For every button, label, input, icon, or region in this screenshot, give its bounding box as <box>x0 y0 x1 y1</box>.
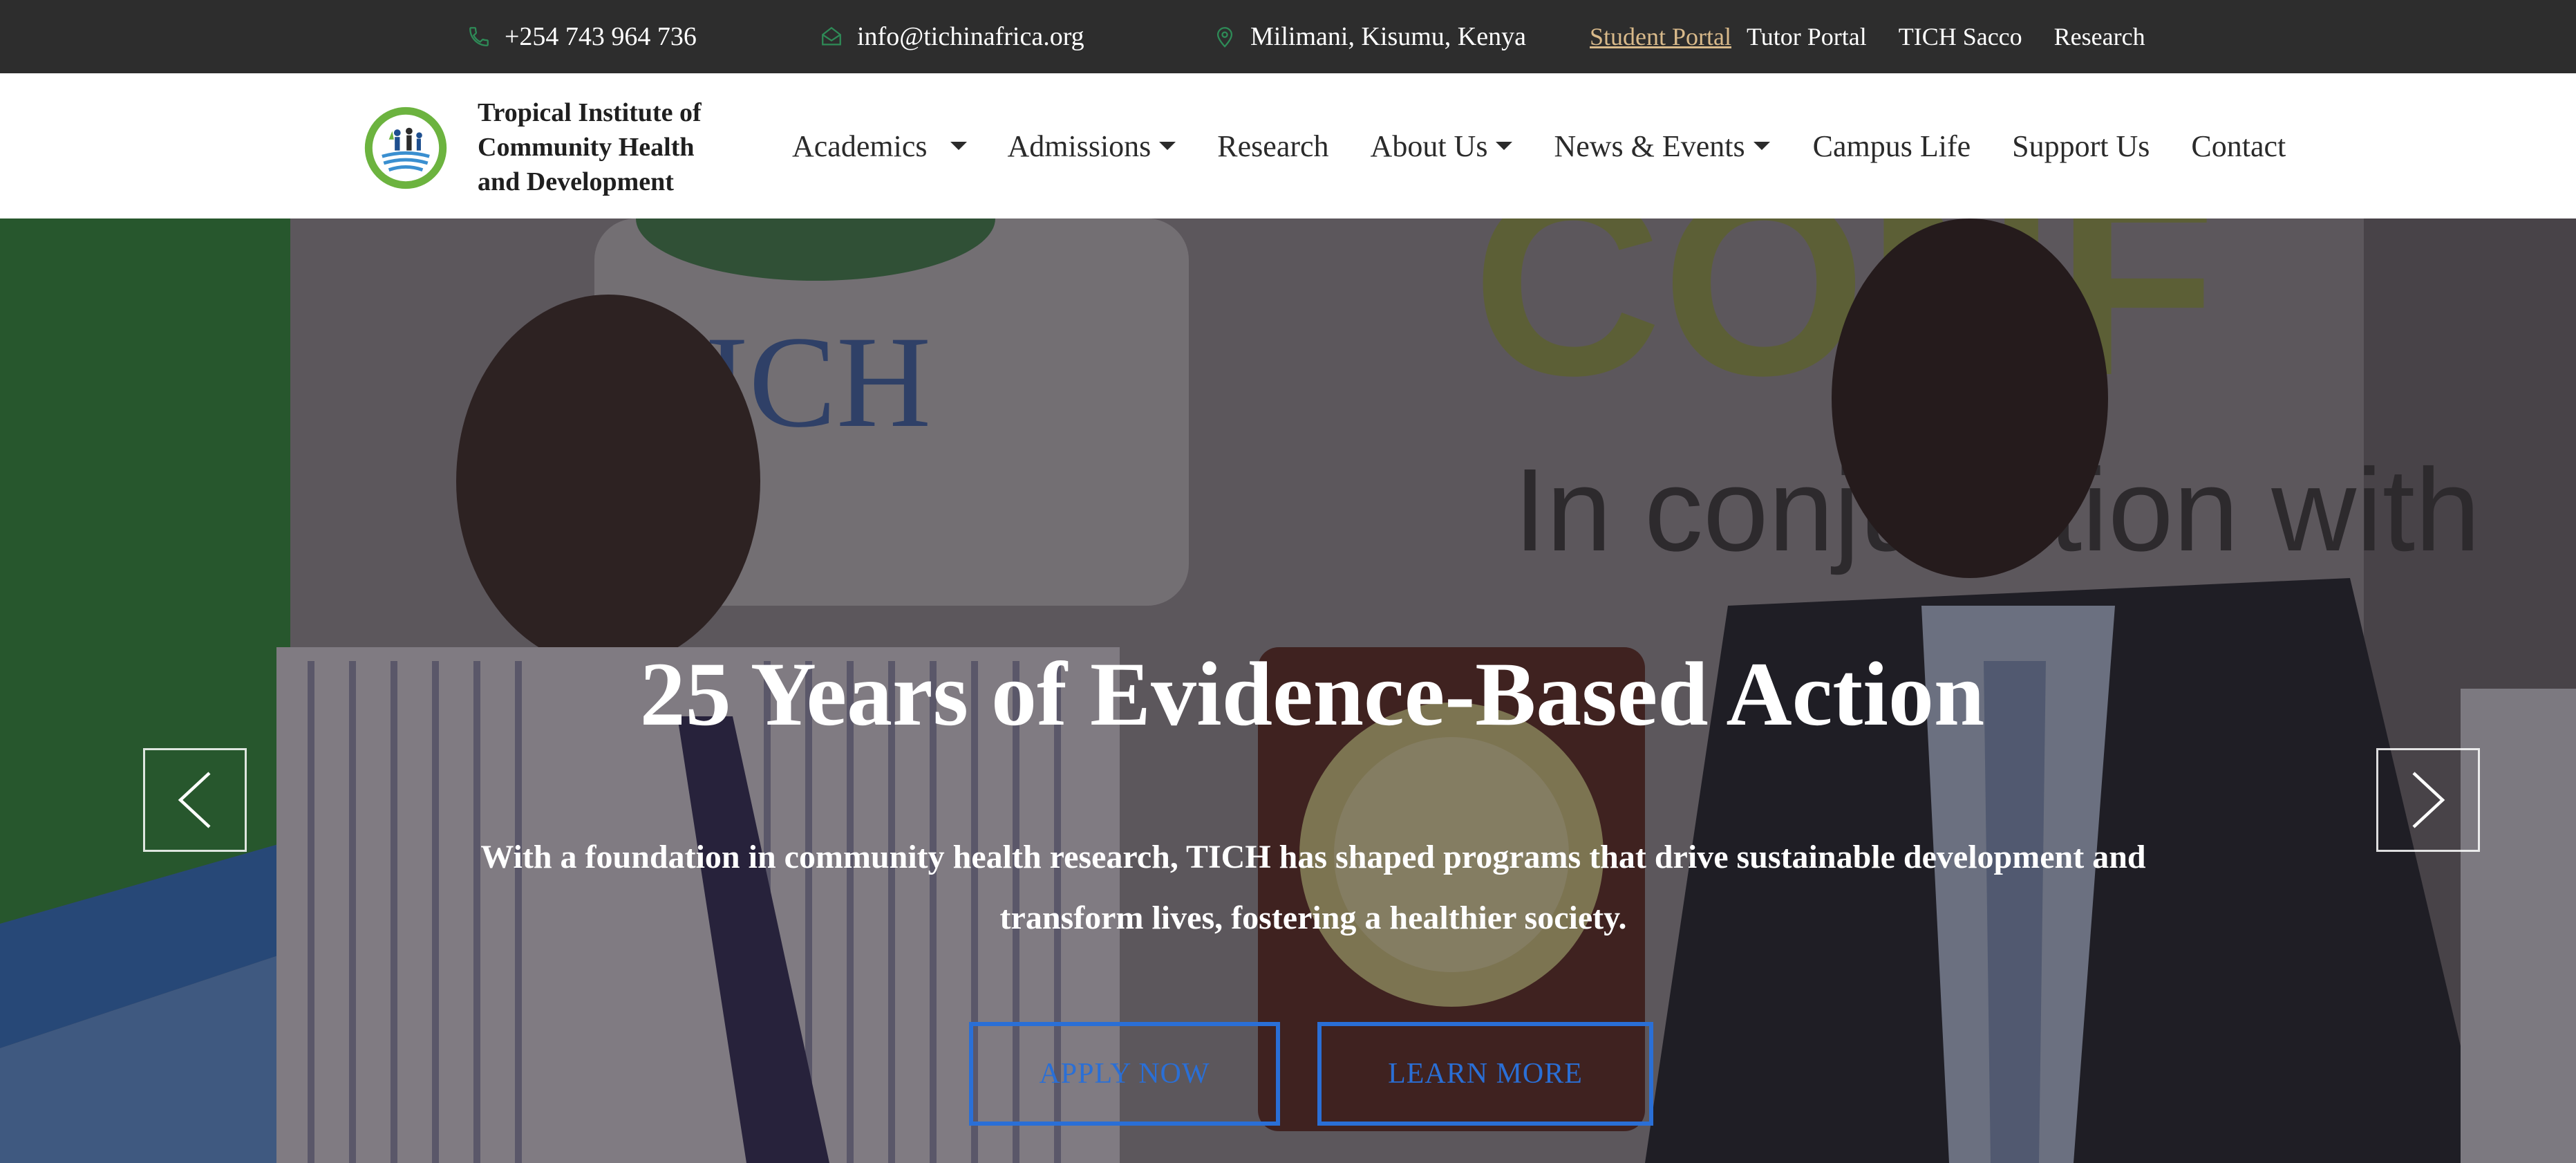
brand-line-3: and Development <box>478 167 674 196</box>
nav-about-label: About Us <box>1370 129 1488 163</box>
apply-now-button[interactable]: APPLY NOW <box>969 1022 1280 1126</box>
brand-name[interactable]: Tropical Institute of Community Health a… <box>478 95 747 199</box>
nav-news-events[interactable]: News & Events <box>1554 129 1770 164</box>
nav-support-label: Support Us <box>2012 129 2150 163</box>
nav-contact-label: Contact <box>2191 129 2286 163</box>
chevron-down-icon <box>1496 142 1513 150</box>
brand-line-2: Community Health <box>478 133 695 162</box>
nav-campus-life[interactable]: Campus Life <box>1813 129 1971 164</box>
hero-subtitle-line-1: With a foundation in community health re… <box>480 839 2146 875</box>
top-bar: +254 743 964 736 info@tichinafrica.org M… <box>0 0 2576 73</box>
email-text: info@tichinafrica.org <box>857 22 1084 51</box>
nav-academics[interactable]: Academics <box>792 129 968 164</box>
top-links: Student Portal Tutor Portal TICH Sacco R… <box>1590 0 2177 73</box>
main-menu: Academics Admissions Research About Us N… <box>792 73 2286 218</box>
chevron-left-icon <box>178 772 211 828</box>
brand-line-1: Tropical Institute of <box>478 98 702 127</box>
nav-news-label: News & Events <box>1554 129 1745 163</box>
contact-email[interactable]: info@tichinafrica.org <box>820 0 1084 73</box>
envelope-icon <box>822 26 841 46</box>
phone-icon <box>469 27 489 46</box>
tutor-portal-link[interactable]: Tutor Portal <box>1747 22 1867 51</box>
slider-prev-button[interactable] <box>143 748 247 852</box>
nav-research[interactable]: Research <box>1217 129 1328 164</box>
chevron-right-icon <box>2412 772 2445 828</box>
nav-research-label: Research <box>1217 129 1329 163</box>
nav-admissions[interactable]: Admissions <box>1007 129 1176 164</box>
location-text: Milimani, Kisumu, Kenya <box>1250 22 1526 51</box>
hero-slider: ICH CONF In conjunction with 25 Years of… <box>0 218 2576 1163</box>
chevron-down-icon <box>1159 142 1176 150</box>
contact-location: Milimani, Kisumu, Kenya <box>1213 0 1526 73</box>
phone-text: +254 743 964 736 <box>505 22 697 51</box>
nav-admissions-label: Admissions <box>1007 129 1151 163</box>
chevron-down-icon <box>950 142 968 150</box>
nav-campus-label: Campus Life <box>1812 129 1971 163</box>
main-navbar: Tropical Institute of Community Health a… <box>0 73 2576 218</box>
hero-title: 25 Years of Evidence-Based Action <box>639 643 1985 745</box>
hero-subtitle: With a foundation in community health re… <box>429 827 2198 949</box>
chevron-down-icon <box>1753 142 1770 150</box>
nav-contact[interactable]: Contact <box>2191 129 2286 164</box>
research-top-link[interactable]: Research <box>2054 22 2145 51</box>
map-pin-icon <box>1216 27 1233 48</box>
student-portal-link[interactable]: Student Portal <box>1590 22 1731 51</box>
nav-academics-label: Academics <box>792 129 928 163</box>
nav-support-us[interactable]: Support Us <box>2012 129 2150 164</box>
tich-sacco-link[interactable]: TICH Sacco <box>1899 22 2022 51</box>
learn-more-button[interactable]: LEARN MORE <box>1317 1022 1653 1126</box>
slider-next-button[interactable] <box>2376 748 2480 852</box>
hero-subtitle-line-2: transform lives, fostering a healthier s… <box>999 900 1627 936</box>
tich-logo[interactable] <box>364 106 448 190</box>
contact-phone[interactable]: +254 743 964 736 <box>467 0 697 73</box>
nav-about-us[interactable]: About Us <box>1371 129 1513 164</box>
